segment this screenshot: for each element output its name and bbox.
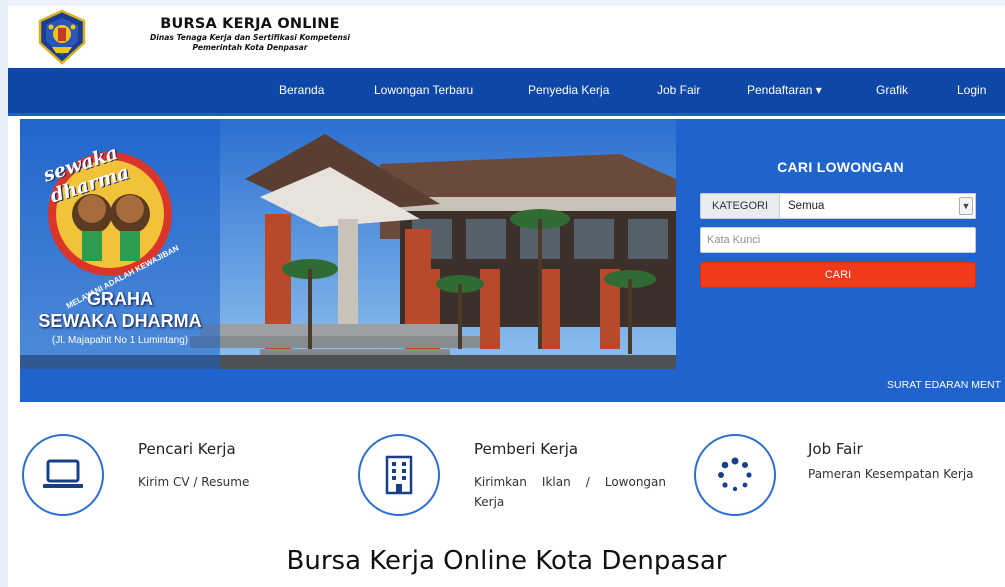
kategori-group: KATEGORI Semua ▼ — [700, 193, 976, 219]
banner-address: (Jl. Majapahit No 1 Lumintang) — [51, 335, 189, 346]
feature-circle[interactable] — [358, 434, 440, 516]
kategori-select[interactable]: Semua ▼ — [779, 193, 976, 219]
feature-circle[interactable] — [22, 434, 104, 516]
site-title: BURSA KERJA ONLINE — [160, 16, 340, 32]
city-crest-icon[interactable] — [34, 9, 90, 65]
keyword-input[interactable] — [700, 227, 976, 253]
building-photo: sewaka dharma MELAYANI ADALAH KEWAJIBAN … — [20, 119, 676, 369]
nav-login[interactable]: Login — [957, 83, 986, 97]
feature-desc: Kirim CV / Resume — [138, 475, 250, 489]
search-panel: CARI LOWONGAN KATEGORI Semua ▼ CARI — [676, 119, 1005, 369]
feature-title: Pemberi Kerja — [474, 440, 579, 458]
main-navbar: Beranda Lowongan Terbaru Penyedia Kerja … — [8, 68, 1005, 116]
page-background-strip — [0, 0, 8, 587]
cari-button[interactable]: CARI — [700, 262, 976, 288]
spinner-icon — [718, 457, 752, 492]
banner-line2: SEWAKA DHARMA — [38, 311, 202, 331]
nav-penyedia-kerja[interactable]: Penyedia Kerja — [528, 83, 609, 97]
nav-grafik[interactable]: Grafik — [876, 83, 908, 97]
ticker-link[interactable]: SURAT EDARAN MENT — [887, 379, 1001, 391]
feature-pencari-kerja[interactable]: Pencari Kerja Kirim CV / Resume — [22, 434, 352, 518]
feature-pemberi-kerja[interactable]: Pemberi Kerja Kirimkan Iklan / Lowongan … — [358, 434, 688, 518]
nav-beranda[interactable]: Beranda — [279, 83, 324, 97]
chevron-down-icon[interactable]: ▼ — [959, 197, 973, 215]
site-subtitle-line1: Dinas Tenaga Kerja dan Sertifikasi Kompe… — [149, 33, 351, 42]
laptop-icon — [43, 459, 83, 488]
building-icon — [385, 455, 413, 495]
feature-title: Job Fair — [808, 440, 863, 458]
feature-desc: Pameran Kesempatan Kerja — [808, 467, 974, 481]
nav-pendaftaran-dropdown[interactable]: Pendaftaran ▾ — [747, 83, 822, 97]
feature-desc: Kirimkan Iklan / Lowongan Kerja — [474, 475, 666, 509]
feature-job-fair[interactable]: Job Fair Pameran Kesempatan Kerja — [694, 434, 1005, 518]
page: BURSA KERJA ONLINE Dinas Tenaga Kerja da… — [8, 6, 1005, 587]
site-subtitle-line2: Pemerintah Kota Denpasar — [192, 43, 308, 52]
kategori-label: KATEGORI — [700, 193, 779, 219]
search-title: CARI LOWONGAN — [777, 159, 904, 175]
announcement-ticker: SURAT EDARAN MENT — [20, 369, 1005, 402]
nav-lowongan-terbaru[interactable]: Lowongan Terbaru — [374, 83, 473, 97]
nav-job-fair[interactable]: Job Fair — [657, 83, 700, 97]
page-title: Bursa Kerja Online Kota Denpasar — [286, 546, 727, 576]
hero-section: sewaka dharma MELAYANI ADALAH KEWAJIBAN … — [20, 119, 1005, 369]
feature-title: Pencari Kerja — [138, 440, 236, 458]
banner-line1: GRAHA — [87, 289, 153, 309]
kategori-selected-value: Semua — [788, 200, 825, 212]
feature-circle[interactable] — [694, 434, 776, 516]
site-header: BURSA KERJA ONLINE Dinas Tenaga Kerja da… — [8, 6, 1005, 68]
brand-block: BURSA KERJA ONLINE Dinas Tenaga Kerja da… — [100, 16, 400, 52]
